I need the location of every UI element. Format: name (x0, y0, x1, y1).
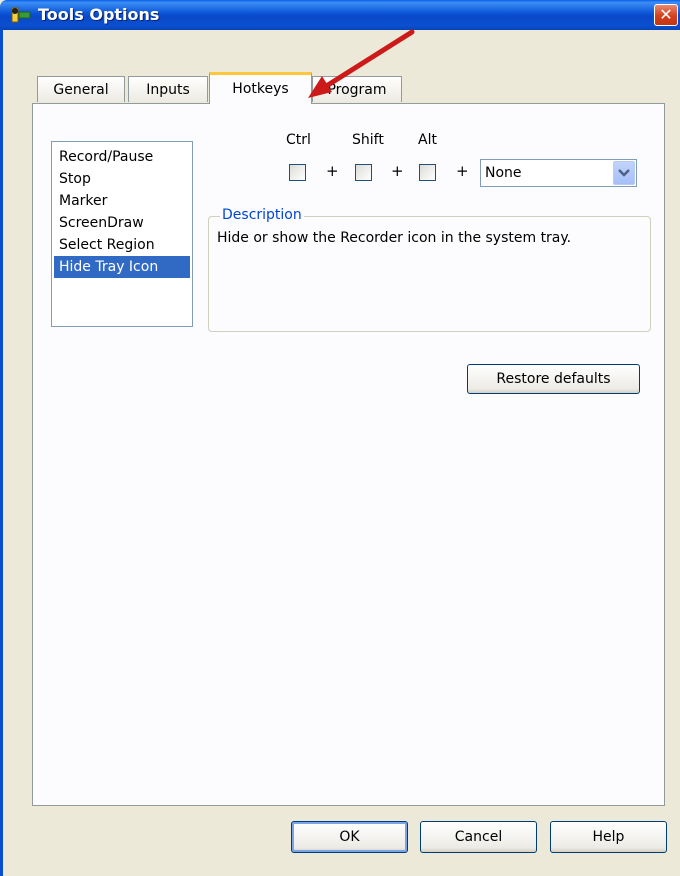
annotation-arrow-icon (308, 29, 415, 98)
plus-sign-3: + (456, 162, 469, 180)
list-item-record-pause[interactable]: Record/Pause (54, 146, 190, 168)
alt-checkbox[interactable] (419, 164, 436, 181)
list-item-marker[interactable]: Marker (54, 190, 190, 212)
tab-general[interactable]: General (37, 76, 125, 102)
close-button[interactable]: ✕ (654, 4, 678, 26)
description-legend: Description (220, 207, 304, 223)
list-item-hide-tray-icon[interactable]: Hide Tray Icon (54, 256, 190, 278)
dropdown-button[interactable] (613, 161, 635, 185)
alt-label: Alt (418, 132, 437, 148)
hotkey-key-select[interactable]: None (480, 159, 637, 187)
ok-button[interactable]: OK (291, 821, 408, 853)
window-border (0, 30, 3, 876)
select-value: None (485, 165, 522, 181)
help-button[interactable]: Help (550, 821, 667, 853)
list-item-screendraw[interactable]: ScreenDraw (54, 212, 190, 234)
shift-label: Shift (352, 132, 384, 148)
hotkey-actions-list[interactable]: Record/Pause Stop Marker ScreenDraw Sele… (51, 141, 193, 327)
chevron-down-icon (618, 169, 630, 177)
close-icon: ✕ (659, 5, 673, 24)
shift-checkbox[interactable] (355, 164, 372, 181)
restore-defaults-button[interactable]: Restore defaults (467, 364, 640, 394)
plus-sign-2: + (391, 162, 404, 180)
ctrl-checkbox[interactable] (289, 164, 306, 181)
plus-sign-1: + (326, 162, 339, 180)
list-item-select-region[interactable]: Select Region (54, 234, 190, 256)
ctrl-label: Ctrl (286, 132, 311, 148)
tab-inputs[interactable]: Inputs (128, 76, 208, 102)
app-icon (11, 7, 31, 23)
cancel-button[interactable]: Cancel (420, 821, 537, 853)
list-item-stop[interactable]: Stop (54, 168, 190, 190)
description-text: Hide or show the Recorder icon in the sy… (217, 230, 572, 246)
window-title: Tools Options (38, 5, 160, 24)
